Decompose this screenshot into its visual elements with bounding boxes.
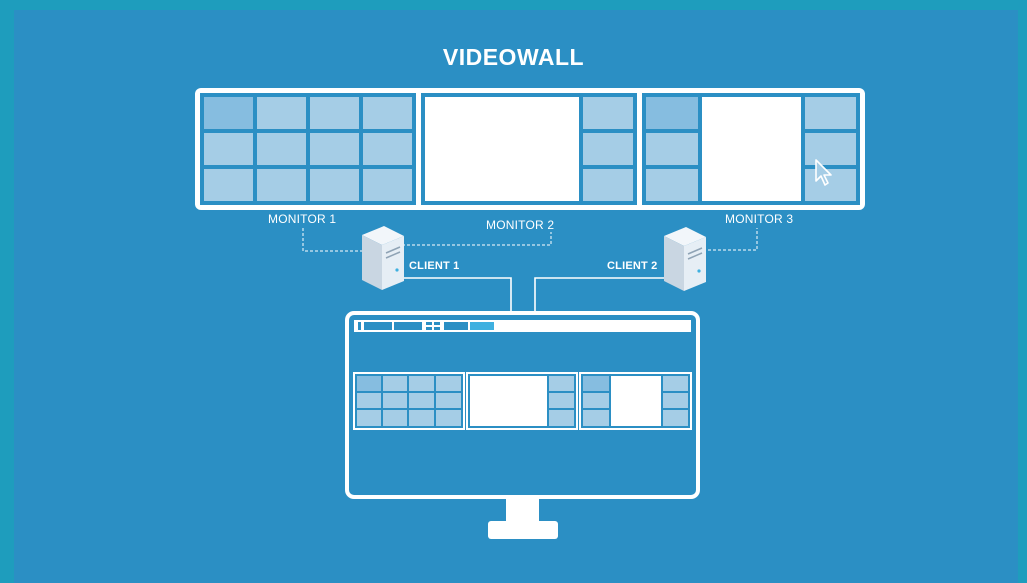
- mini-monitor-2: [466, 372, 578, 430]
- server-icon: [664, 227, 706, 291]
- client-1-label: CLIENT 1: [409, 260, 460, 272]
- mini-monitor-3: [579, 372, 692, 430]
- server-icon: [362, 226, 404, 290]
- mini-monitor-1: [353, 372, 465, 430]
- desktop-monitor-icon: [345, 311, 700, 539]
- monitor-3-screen: [642, 93, 860, 205]
- monitor-1-screen: [200, 93, 416, 205]
- client-toolbar: [354, 320, 691, 332]
- client-2-label: CLIENT 2: [607, 260, 658, 272]
- monitor-3-label: MONITOR 3: [725, 212, 794, 226]
- monitor-2-label: MONITOR 2: [486, 218, 555, 232]
- monitor-1-label: MONITOR 1: [268, 212, 337, 226]
- monitor-2-screen: [421, 93, 637, 205]
- videowall-diagram: [195, 88, 865, 539]
- videowall: [195, 88, 865, 210]
